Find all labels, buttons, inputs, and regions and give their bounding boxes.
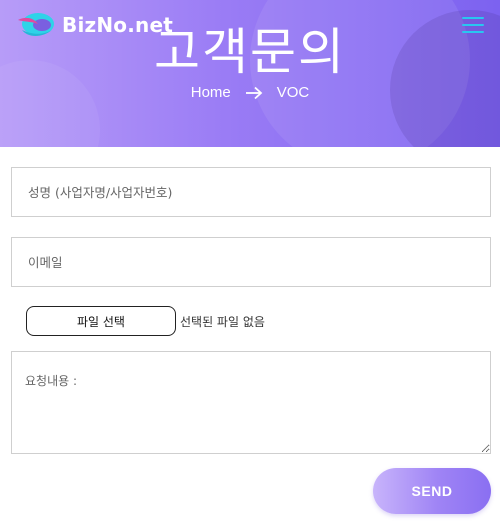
request-content-field[interactable]: [11, 351, 491, 454]
breadcrumb: Home VOC: [0, 84, 500, 101]
email-field[interactable]: [11, 237, 491, 287]
breadcrumb-current: VOC: [276, 84, 310, 101]
file-status-text: 선택된 파일 없음: [180, 314, 265, 329]
breadcrumb-home-link[interactable]: Home: [191, 84, 231, 101]
send-button[interactable]: SEND: [373, 468, 491, 514]
page-title: 고객문의: [154, 23, 346, 81]
file-upload: 파일 선택 선택된 파일 없음: [26, 306, 265, 336]
name-field[interactable]: [11, 167, 491, 217]
file-select-button[interactable]: 파일 선택: [26, 306, 176, 336]
arrow-right-icon: [245, 86, 263, 99]
page-header: BizNo.net 고객문의 Home VOC: [0, 0, 500, 147]
